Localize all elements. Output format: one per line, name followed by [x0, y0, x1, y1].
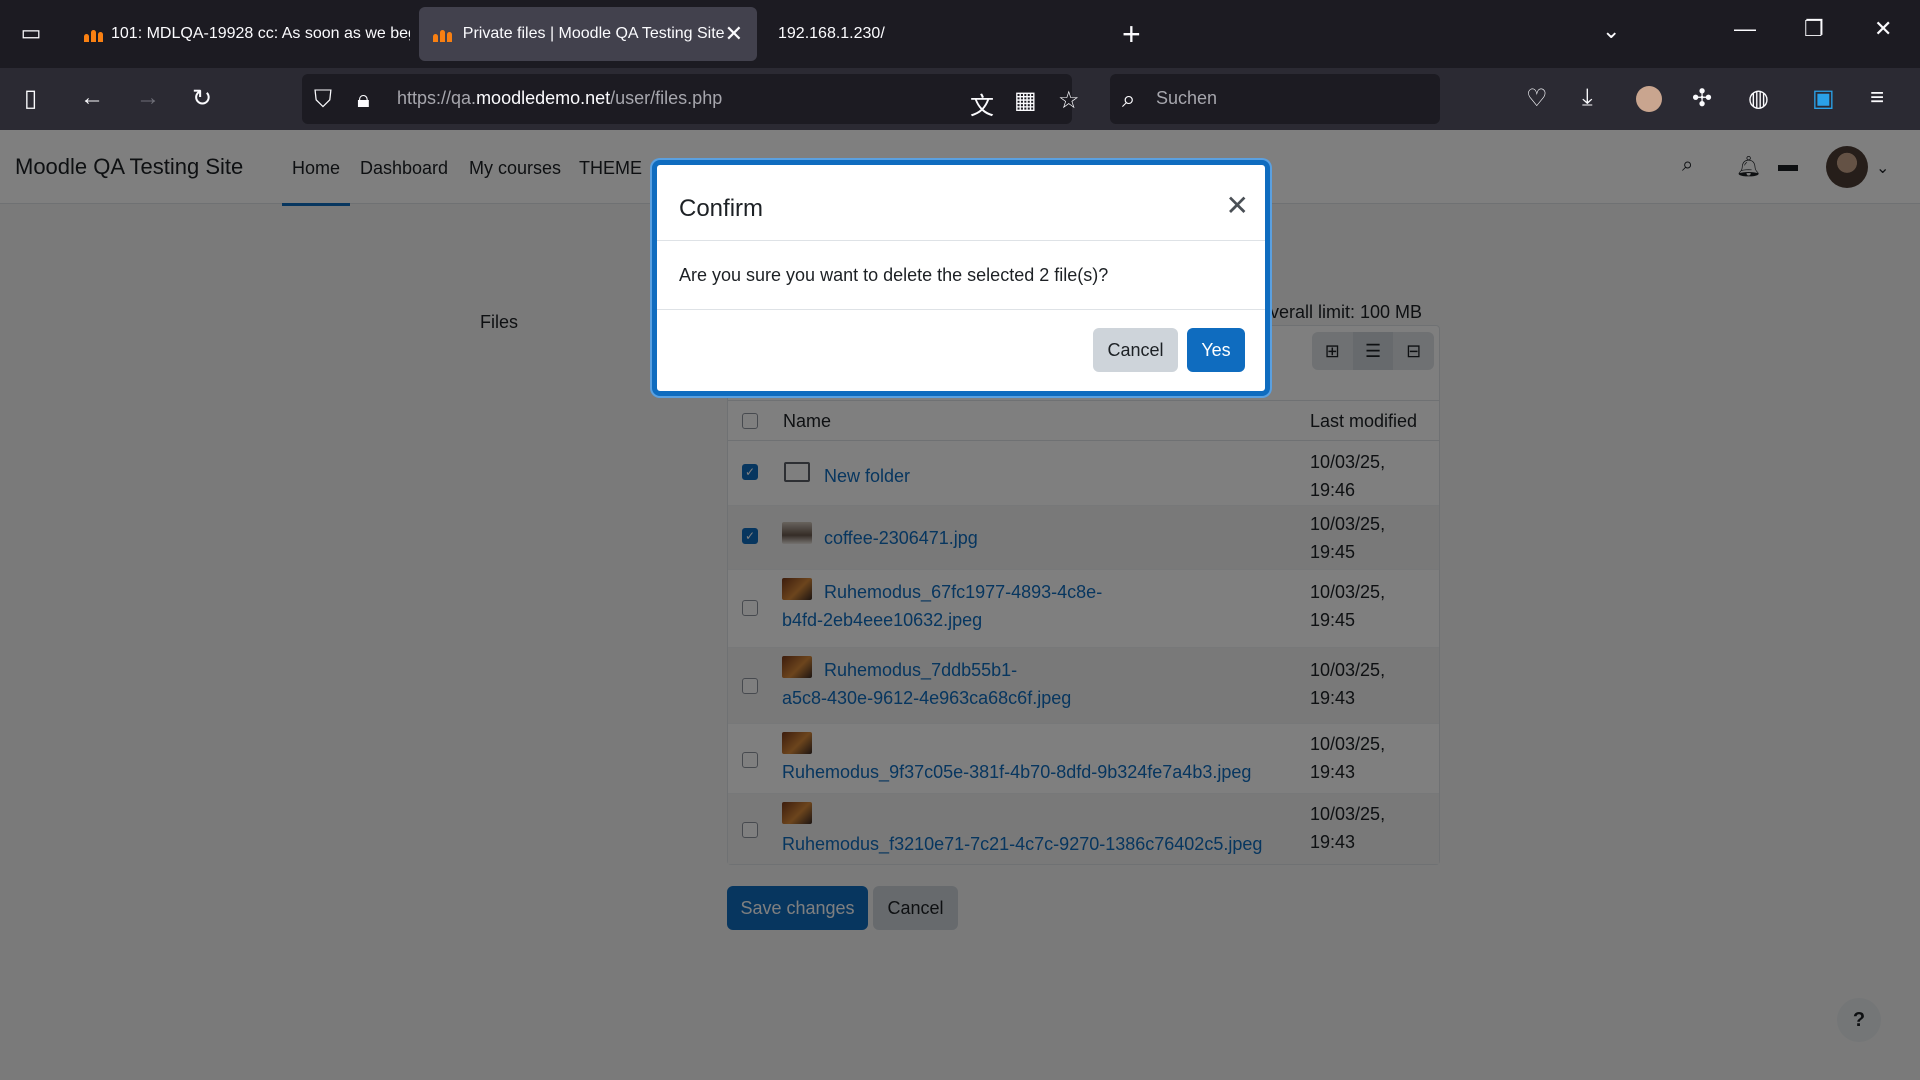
url-text[interactable]: https://qa.moodledemo.net/user/files.php: [397, 88, 722, 109]
lock-icon[interactable]: 🔒︎: [357, 86, 370, 114]
dialog-yes-button[interactable]: Yes: [1187, 328, 1245, 372]
search-input[interactable]: Suchen: [1156, 88, 1217, 109]
browser-tab[interactable]: 192.168.1.230/: [764, 7, 1044, 61]
tab-list-icon[interactable]: ▭: [14, 20, 48, 50]
dialog-cancel-button[interactable]: Cancel: [1093, 328, 1178, 372]
menu-icon[interactable]: ≡: [1870, 84, 1884, 112]
tab-title: Private files | Moodle QA Testing Site: [462, 25, 725, 42]
chevron-down-icon[interactable]: ⌄: [1602, 18, 1620, 44]
dialog-title: Confirm: [679, 195, 764, 222]
shield-icon[interactable]: ⛉: [314, 86, 332, 114]
close-icon[interactable]: ✕: [1226, 189, 1249, 222]
restore-icon[interactable]: ❐: [1804, 16, 1824, 42]
moodle-favicon-icon: [433, 26, 455, 42]
sidebar-icon[interactable]: ▯: [24, 84, 37, 113]
blocker-extension-icon[interactable]: ◍: [1748, 84, 1769, 113]
browser-tab-bar: ▭ 101: MDLQA-19928 cc: As soon as we beg…: [0, 0, 1920, 68]
new-tab-icon[interactable]: +: [1122, 16, 1141, 53]
back-icon[interactable]: ←: [80, 84, 104, 112]
confirm-dialog: Confirm ✕ Are you sure you want to delet…: [652, 160, 1270, 396]
tab-title: 101: MDLQA-19928 cc: As soon as we beg: [111, 25, 410, 42]
browser-toolbar: ▯ ← → ↻ ⛉ 🔒︎ https://qa.moodledemo.net/u…: [0, 68, 1920, 130]
reader-extension-icon[interactable]: ▣: [1812, 84, 1835, 113]
dialog-message: Are you sure you want to delete the sele…: [679, 265, 1109, 285]
browser-tab[interactable]: 101: MDLQA-19928 cc: As soon as we beg: [70, 7, 410, 61]
search-icon: ⌕: [1122, 86, 1136, 113]
moodle-favicon-icon: [84, 26, 103, 42]
account-avatar-icon[interactable]: [1636, 86, 1662, 112]
dialog-body: Are you sure you want to delete the sele…: [657, 240, 1265, 310]
url-bar[interactable]: ⛉ 🔒︎ https://qa.moodledemo.net/user/file…: [302, 74, 1080, 124]
qr-code-icon[interactable]: ▦: [1014, 86, 1037, 115]
forward-icon[interactable]: →: [136, 84, 160, 112]
search-bar[interactable]: ⌕ Suchen: [1110, 74, 1440, 124]
window-close-icon[interactable]: ✕: [1874, 16, 1892, 42]
translate-icon[interactable]: 文: [970, 86, 994, 121]
pocket-icon[interactable]: ♡: [1526, 84, 1548, 113]
extensions-icon[interactable]: ✣: [1692, 84, 1712, 113]
download-icon[interactable]: ⤓: [1582, 84, 1593, 112]
minimize-icon[interactable]: —: [1734, 16, 1756, 42]
close-icon[interactable]: ✕: [725, 21, 743, 47]
reload-icon[interactable]: ↻: [192, 84, 212, 113]
bookmark-star-icon[interactable]: ☆: [1058, 86, 1080, 115]
browser-tab-active[interactable]: Private files | Moodle QA Testing Site ✕: [419, 7, 757, 61]
tab-title: 192.168.1.230/: [778, 25, 885, 42]
